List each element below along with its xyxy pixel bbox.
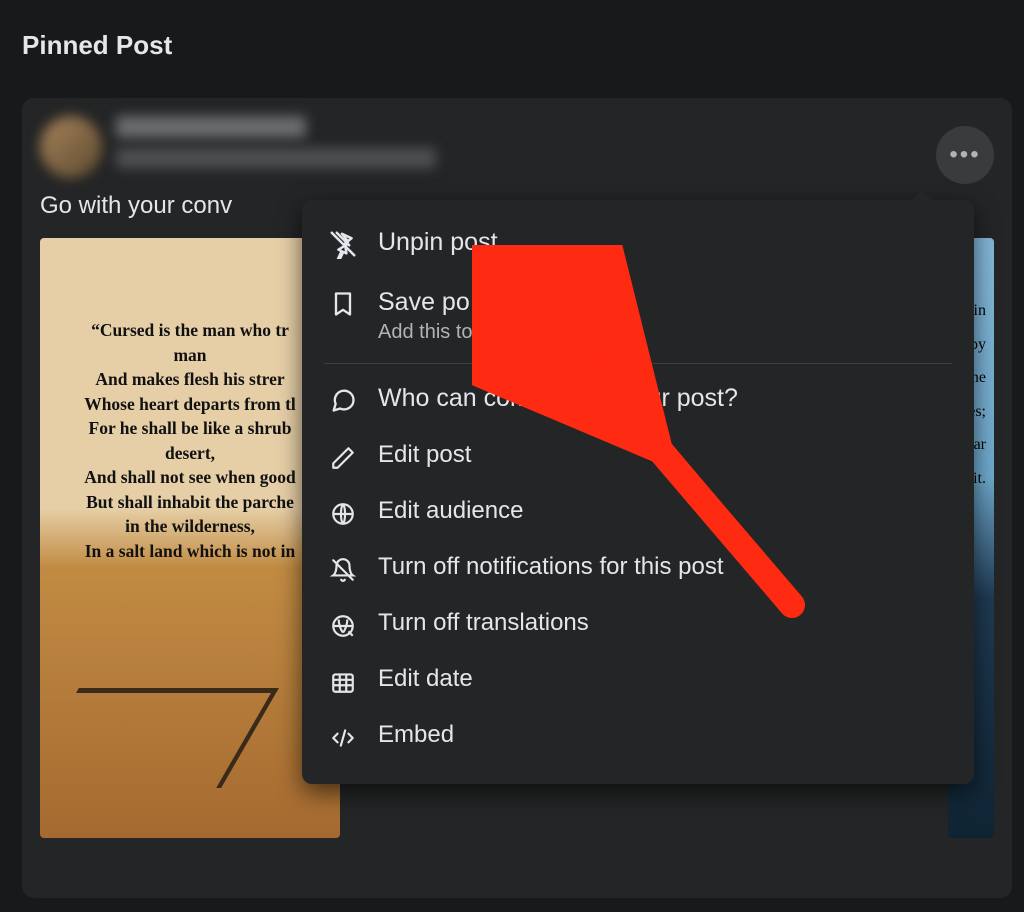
post-header: ••• (40, 116, 994, 178)
avatar[interactable] (40, 116, 102, 178)
bell-off-icon (326, 553, 360, 587)
menu-label: Save po (378, 287, 950, 317)
post-options-button[interactable]: ••• (936, 126, 994, 184)
menu-item-edit-audience[interactable]: Edit audience (312, 486, 964, 542)
menu-label: Embed (378, 721, 950, 750)
menu-item-save[interactable]: Save po Add this to yo aved items. (312, 274, 964, 357)
menu-label: Edit audience (378, 497, 950, 526)
menu-item-unpin[interactable]: Unpin post (312, 214, 964, 274)
comment-icon (326, 383, 360, 417)
menu-label: Edit post (378, 441, 950, 470)
menu-item-embed[interactable]: Embed (312, 710, 964, 766)
pencil-icon (326, 441, 360, 475)
calendar-icon (326, 665, 360, 699)
post-meta-redacted (116, 148, 436, 168)
translate-icon (326, 609, 360, 643)
menu-item-turn-off-translations[interactable]: Turn off translations (312, 598, 964, 654)
bookmark-icon (326, 287, 360, 321)
menu-label: Who can commen on your post? (378, 383, 950, 413)
menu-label: Edit date (378, 665, 950, 694)
post-options-menu: Unpin post Save po Add this to yo aved i… (302, 200, 974, 784)
menu-label: Turn off notifications for this post (378, 553, 950, 582)
menu-label: Turn off translations (378, 609, 950, 638)
menu-item-turn-off-notifications[interactable]: Turn off notifications for this post (312, 542, 964, 598)
menu-label: Unpin post (378, 227, 950, 257)
menu-item-who-can-comment[interactable]: Who can commen on your post? (312, 370, 964, 430)
author-block (116, 116, 994, 168)
code-icon (326, 721, 360, 755)
menu-sublabel: Add this to yo aved items. (378, 321, 950, 344)
ellipsis-icon: ••• (949, 141, 980, 169)
menu-item-edit-post[interactable]: Edit post (312, 430, 964, 486)
globe-icon (326, 497, 360, 531)
menu-separator (324, 363, 952, 364)
post-image-1[interactable]: “Cursed is the man who tr man And makes … (40, 238, 340, 838)
author-name-redacted[interactable] (116, 116, 306, 138)
unpin-icon (326, 227, 360, 261)
menu-item-edit-date[interactable]: Edit date (312, 654, 964, 710)
image1-railing (40, 688, 279, 788)
section-title: Pinned Post (0, 0, 1024, 61)
image1-text: “Cursed is the man who tr man And makes … (48, 318, 332, 563)
